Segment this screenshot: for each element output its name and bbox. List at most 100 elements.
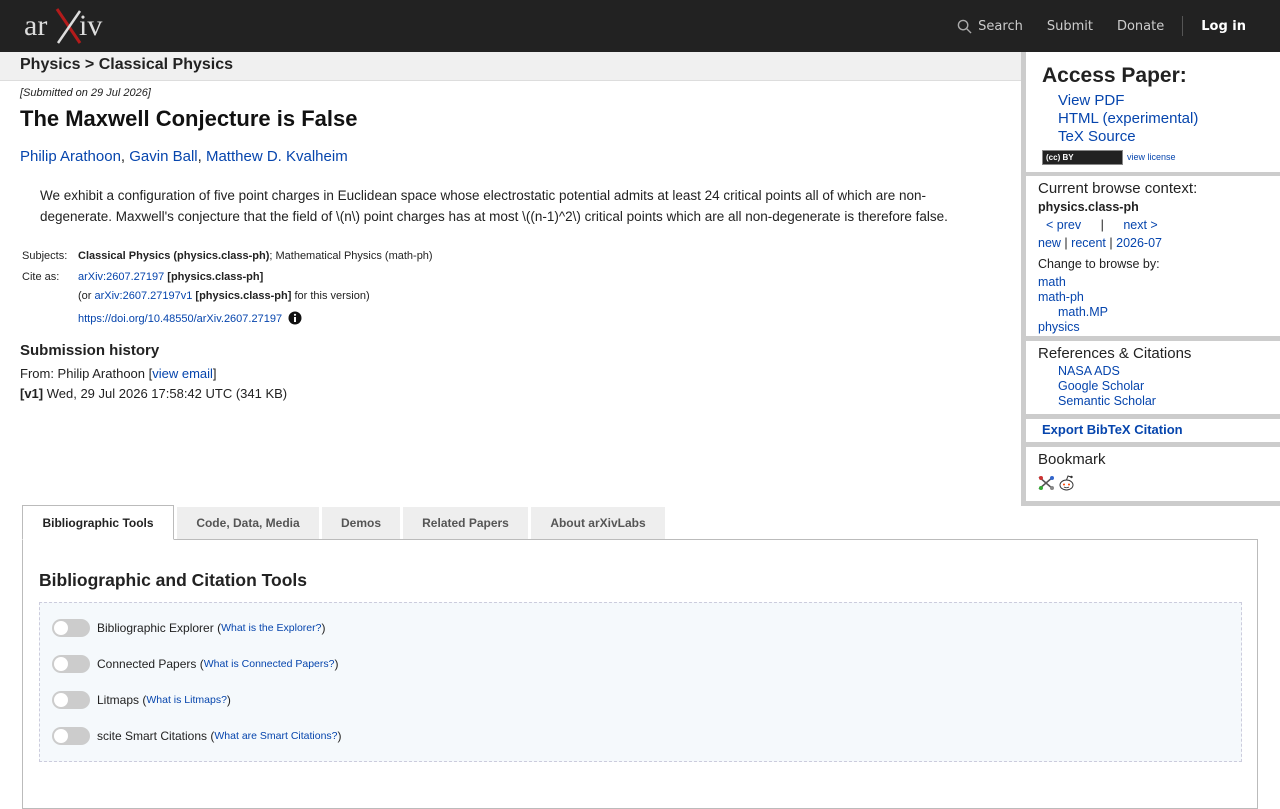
version-entry: [v1] Wed, 29 Jul 2026 17:58:42 UTC (341 … xyxy=(20,386,287,401)
version-id-link[interactable]: arXiv:2607.27197v1 xyxy=(95,290,193,302)
view-email-link[interactable]: view email xyxy=(152,366,213,381)
breadcrumb-bar: Physics > Classical Physics xyxy=(0,52,1021,81)
browse-physics-link[interactable]: physics xyxy=(1038,320,1108,335)
tab-demos[interactable]: Demos xyxy=(322,507,400,539)
or-prefix: (or xyxy=(78,290,95,302)
browse-by-list: math math-ph math.MP physics xyxy=(1038,275,1108,335)
tool-row-litmaps: Litmaps (What is Litmaps?) xyxy=(52,691,231,709)
doi-link[interactable]: https://doi.org/10.48550/arXiv.2607.2719… xyxy=(78,313,282,325)
version-label: [v1] xyxy=(20,386,44,401)
secondary-subjects: ; Mathematical Physics (math-ph) xyxy=(269,250,433,262)
abstract-line: degenerate. Maxwell's conjecture that th… xyxy=(40,209,948,224)
access-paper-heading: Access Paper: xyxy=(1042,64,1187,87)
toggle-knob xyxy=(54,693,68,707)
arxiv-logo[interactable]: ar iv xyxy=(24,7,114,45)
explorer-help-link[interactable]: What is the Explorer? xyxy=(221,622,321,634)
html-link[interactable]: HTML (experimental) xyxy=(1058,110,1198,128)
browse-context-heading: Current browse context: xyxy=(1038,180,1198,197)
google-scholar-link[interactable]: Google Scholar xyxy=(1058,379,1156,394)
view-license-link[interactable]: view license xyxy=(1127,152,1176,162)
nav-divider xyxy=(1182,16,1184,36)
author-link[interactable]: Matthew D. Kvalheim xyxy=(206,148,348,165)
subjects-label: Subjects: xyxy=(22,250,68,262)
tool-label: Bibliographic Explorer xyxy=(97,621,214,635)
submission-history-heading: Submission history xyxy=(20,342,160,359)
browse-context-category: physics.class-ph xyxy=(1038,200,1139,214)
connected-papers-toggle[interactable] xyxy=(52,655,90,673)
primary-subject: Classical Physics (physics.class-ph) xyxy=(78,250,270,262)
tool-label: scite Smart Citations xyxy=(97,729,208,743)
export-bibtex-link[interactable]: Export BibTeX Citation xyxy=(1042,422,1183,437)
prev-link[interactable]: < prev xyxy=(1046,218,1081,232)
nav-pipe: | xyxy=(1100,218,1104,232)
donate-link[interactable]: Donate xyxy=(1117,19,1164,34)
recent-link[interactable]: recent xyxy=(1071,236,1106,250)
change-browse-heading: Change to browse by: xyxy=(1038,257,1160,271)
scite-help-link[interactable]: What are Smart Citations? xyxy=(214,730,337,742)
nav-pipe: | xyxy=(1064,236,1068,250)
author-separator: , xyxy=(120,148,130,165)
subjects-value: Classical Physics (physics.class-ph); Ma… xyxy=(78,250,433,262)
author-link[interactable]: Philip Arathoon xyxy=(20,148,121,165)
tool-label: Connected Papers xyxy=(97,657,197,671)
bookmark-panel: Bookmark xyxy=(1026,447,1280,501)
arxiv-logo-icon: ar iv xyxy=(24,8,102,44)
reddit-icon[interactable] xyxy=(1058,475,1075,491)
references-panel: References & Citations NASA ADS Google S… xyxy=(1026,341,1280,414)
from-suffix: ] xyxy=(212,366,217,381)
explorer-toggle[interactable] xyxy=(52,619,90,637)
from-prefix: From: Philip Arathoon [ xyxy=(20,366,153,381)
info-icon[interactable] xyxy=(288,311,302,325)
author-link[interactable]: Gavin Ball xyxy=(129,148,197,165)
view-pdf-link[interactable]: View PDF xyxy=(1058,92,1198,110)
tool-row-explorer: Bibliographic Explorer (What is the Expl… xyxy=(52,619,325,637)
month-link[interactable]: 2026-07 xyxy=(1116,236,1162,250)
new-recent-nav: new | recent | 2026-07 xyxy=(1038,236,1162,250)
tab-panel: Bibliographic and Citation Tools Bibliog… xyxy=(22,539,1258,809)
submitter-info: From: Philip Arathoon [view email] xyxy=(20,366,217,381)
abstract: We exhibit a configuration of five point… xyxy=(40,185,980,227)
version-suffix: for this version) xyxy=(291,290,370,302)
right-sidebar: Access Paper: View PDF HTML (experimenta… xyxy=(1021,52,1280,506)
tab-code-data-media[interactable]: Code, Data, Media xyxy=(177,507,319,539)
semantic-scholar-link[interactable]: Semantic Scholar xyxy=(1058,394,1156,409)
litmaps-toggle[interactable] xyxy=(52,691,90,709)
search-button[interactable]: Search xyxy=(957,19,1023,34)
tex-source-link[interactable]: TeX Source xyxy=(1058,128,1198,146)
search-icon xyxy=(957,19,972,34)
tab-related-papers[interactable]: Related Papers xyxy=(403,507,528,539)
tool-label: Litmaps xyxy=(97,693,140,707)
cite-label: Cite as: xyxy=(22,271,60,283)
connected-papers-help-link[interactable]: What is Connected Papers? xyxy=(204,658,335,670)
new-link[interactable]: new xyxy=(1038,236,1061,250)
next-link[interactable]: next > xyxy=(1123,218,1157,232)
cc-by-license-badge[interactable]: (cc) BY xyxy=(1042,150,1123,165)
browse-math-mp-link[interactable]: math.MP xyxy=(1038,305,1108,320)
browse-math-ph-link[interactable]: math-ph xyxy=(1038,290,1108,305)
bookmark-icons xyxy=(1038,475,1078,491)
access-paper-panel: Access Paper: View PDF HTML (experimenta… xyxy=(1026,52,1280,172)
tab-about-arxivlabs[interactable]: About arXivLabs xyxy=(531,507,665,539)
export-panel: Export BibTeX Citation xyxy=(1026,419,1280,442)
cite-category: [physics.class-ph] xyxy=(167,271,264,283)
cite-value: arXiv:2607.27197 [physics.class-ph] xyxy=(78,271,263,283)
paper-title: The Maxwell Conjecture is False xyxy=(20,106,358,131)
browse-context-panel: Current browse context: physics.class-ph… xyxy=(1026,176,1280,336)
doi-row: https://doi.org/10.48550/arXiv.2607.2719… xyxy=(78,311,302,325)
scite-toggle[interactable] xyxy=(52,727,90,745)
tab-bibliographic-tools[interactable]: Bibliographic Tools xyxy=(22,505,174,540)
tool-row-connected-papers: Connected Papers (What is Connected Pape… xyxy=(52,655,339,673)
browse-math-link[interactable]: math xyxy=(1038,275,1108,290)
abstract-line: We exhibit a configuration of five point… xyxy=(40,188,926,203)
references-heading: References & Citations xyxy=(1038,345,1192,362)
submitted-date: [Submitted on 29 Jul 2026] xyxy=(20,87,151,99)
login-link[interactable]: Log in xyxy=(1201,19,1246,34)
bibsonomy-icon[interactable] xyxy=(1038,475,1055,491)
author-separator: , xyxy=(197,148,206,165)
prev-next-nav: < prev | next > xyxy=(1046,218,1158,232)
litmaps-help-link[interactable]: What is Litmaps? xyxy=(146,694,227,706)
nasa-ads-link[interactable]: NASA ADS xyxy=(1058,364,1156,379)
submit-link[interactable]: Submit xyxy=(1047,19,1093,34)
arxiv-id-link[interactable]: arXiv:2607.27197 xyxy=(78,271,164,283)
toggle-knob xyxy=(54,657,68,671)
